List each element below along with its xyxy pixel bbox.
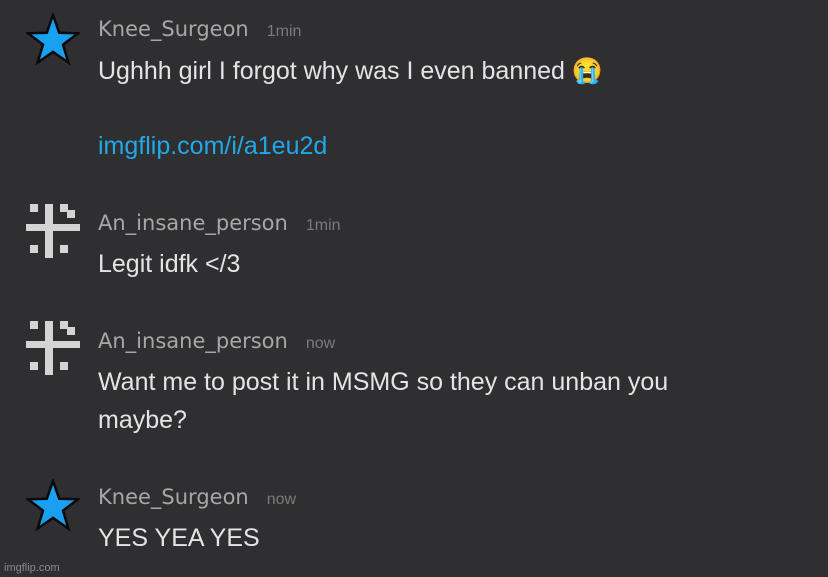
comment-body-line-2: maybe? xyxy=(98,406,187,434)
timestamp: 1min xyxy=(266,23,302,40)
gray-grid-icon xyxy=(26,204,80,258)
blue-star-icon xyxy=(26,479,80,532)
comment-link-line: imgflip.com/i/a1eu2d xyxy=(98,128,798,164)
avatar[interactable] xyxy=(26,479,80,533)
username[interactable]: Knee_Surgeon now xyxy=(98,485,296,509)
comment-body-line-1: Want me to post it in MSMG so they can u… xyxy=(98,368,669,396)
blue-star-icon xyxy=(26,13,80,66)
timestamp: now xyxy=(266,491,297,508)
crying-face-icon: 😭 xyxy=(571,57,604,85)
comment-body: Ughhh girl I forgot why was I even banne… xyxy=(98,57,565,85)
avatar[interactable] xyxy=(26,13,80,67)
timestamp: now xyxy=(305,335,336,352)
username[interactable]: Knee_Surgeon 1min xyxy=(98,17,301,41)
username-text[interactable]: Knee_Surgeon xyxy=(98,17,249,41)
image-link[interactable]: imgflip.com/i/a1eu2d xyxy=(98,132,327,160)
username-text[interactable]: An_insane_person xyxy=(98,329,288,353)
timestamp: 1min xyxy=(305,217,341,234)
username[interactable]: An_insane_person 1min xyxy=(98,211,341,235)
username[interactable]: An_insane_person now xyxy=(98,329,335,353)
comment-body: YES YEA YES xyxy=(98,524,260,552)
username-text[interactable]: Knee_Surgeon xyxy=(98,485,249,509)
gray-grid-icon xyxy=(26,321,80,375)
username-text[interactable]: An_insane_person xyxy=(98,211,288,235)
avatar[interactable] xyxy=(26,204,80,258)
comment-text: Ughhh girl I forgot why was I even banne… xyxy=(98,53,798,89)
comment-body: Legit idfk </3 xyxy=(98,250,241,278)
avatar[interactable] xyxy=(26,321,80,375)
imgflip-watermark: imgflip.com xyxy=(4,562,60,574)
